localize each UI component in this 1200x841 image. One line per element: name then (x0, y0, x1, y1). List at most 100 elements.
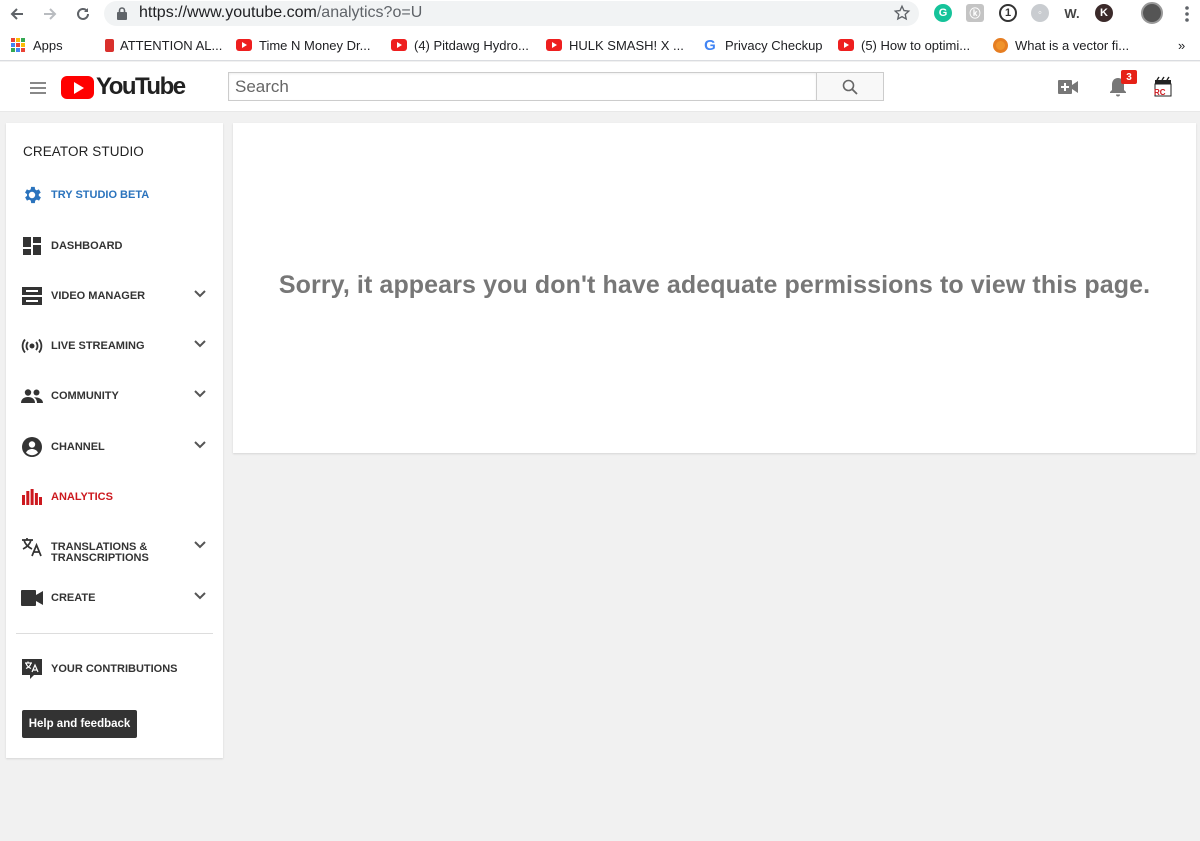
youtube-header: YouTube RC (0, 62, 1200, 112)
label-line-2: TRANSCRIPTIONS (51, 552, 149, 564)
bookmark-star-icon[interactable] (893, 4, 911, 22)
creator-studio-sidebar: CREATOR STUDIO TRY STUDIO BETA DASHBOARD… (6, 123, 223, 758)
bookmarks-overflow-button[interactable]: » (1178, 36, 1185, 54)
bookmark-hulk-smash[interactable]: HULK SMASH! X ... (546, 36, 684, 54)
sidebar-item-live-streaming[interactable]: LIVE STREAMING (6, 326, 223, 366)
apps-grid-icon (10, 37, 26, 53)
live-streaming-icon (21, 335, 43, 357)
youtube-icon (391, 37, 407, 53)
chevron-down-icon[interactable] (194, 340, 206, 348)
camera-icon (21, 587, 43, 609)
contributions-icon (21, 658, 43, 680)
back-button[interactable] (6, 3, 28, 25)
url-host: https://www.youtube.com (139, 4, 317, 21)
overflow-chevron-icon: » (1178, 37, 1186, 53)
sidebar-item-label: TRANSLATIONS & TRANSCRIPTIONS (51, 542, 149, 564)
browser-menu-button[interactable] (1176, 3, 1198, 25)
hamburger-menu-icon[interactable] (30, 82, 46, 94)
url-path: /analytics?o=U (316, 4, 423, 21)
search-input[interactable] (229, 73, 816, 100)
chevron-down-icon[interactable] (194, 390, 206, 398)
youtube-icon (546, 37, 562, 53)
bookmark-label: Apps (33, 37, 63, 53)
sidebar-item-label: YOUR CONTRIBUTIONS (51, 662, 178, 675)
bookmark-time-n-money[interactable]: Time N Money Dr... (236, 36, 370, 54)
k-extension-icon[interactable]: K (1095, 4, 1113, 22)
bookmark-label: (5) How to optimi... (861, 37, 971, 53)
sidebar-item-dashboard[interactable]: DASHBOARD (6, 226, 223, 266)
forward-arrow-icon (44, 8, 57, 20)
search-button[interactable] (816, 72, 884, 101)
bookmark-vector-file[interactable]: What is a vector fi... (992, 36, 1129, 54)
sidebar-item-community[interactable]: COMMUNITY (6, 376, 223, 416)
address-bar[interactable]: https://www.youtube.com/analytics?o=U (104, 1, 919, 26)
sidebar-item-label: TRY STUDIO BETA (51, 188, 150, 201)
1password-extension-icon[interactable]: 1 (999, 4, 1017, 22)
sidebar-item-label: COMMUNITY (51, 389, 119, 402)
youtube-play-icon (61, 75, 94, 99)
discord-extension-icon[interactable]: ◦ (1031, 4, 1049, 22)
bookmark-apps[interactable]: Apps (10, 36, 63, 54)
lock-icon (117, 7, 127, 20)
sidebar-item-translations[interactable]: TRANSLATIONS & TRANSCRIPTIONS (6, 527, 223, 567)
chevron-down-icon[interactable] (194, 441, 206, 449)
sidebar-title: CREATOR STUDIO (23, 144, 144, 159)
reload-button[interactable] (72, 3, 94, 25)
search-icon (842, 79, 858, 95)
notepad-icon (104, 37, 114, 53)
bookmark-label: ATTENTION AL... (120, 37, 223, 53)
reload-icon (77, 7, 89, 20)
avatar-initials: RC (1154, 88, 1166, 97)
bookmark-attention[interactable]: ATTENTION AL... (104, 36, 222, 54)
extension-icon[interactable]: ⓚ (966, 4, 984, 22)
sidebar-item-create[interactable]: CREATE (6, 578, 223, 618)
gear-icon (21, 184, 43, 206)
sidebar-divider (16, 633, 213, 634)
back-arrow-icon (10, 8, 23, 20)
sidebar-item-label: DASHBOARD (51, 239, 123, 252)
bookmark-privacy-checkup[interactable]: G Privacy Checkup (702, 36, 822, 54)
google-icon: G (704, 36, 716, 54)
community-icon (21, 385, 43, 407)
bookmark-pitdawg[interactable]: (4) Pitdawg Hydro... (391, 36, 529, 54)
sidebar-item-label: LIVE STREAMING (51, 339, 145, 352)
search-box (228, 72, 817, 101)
logo-text: YouTube (96, 73, 186, 100)
chevron-down-icon[interactable] (194, 541, 206, 549)
bookmark-label: HULK SMASH! X ... (569, 37, 684, 53)
upload-video-icon[interactable] (1057, 77, 1079, 97)
vector-site-icon (992, 37, 1008, 53)
chevron-down-icon[interactable] (194, 290, 206, 298)
translate-icon (21, 536, 43, 558)
profile-avatar-icon[interactable] (1141, 2, 1163, 24)
dashboard-icon (21, 235, 43, 257)
bookmarks-bar: Apps ATTENTION AL... Time N Money Dr... … (0, 28, 1200, 61)
url-text: https://www.youtube.com/analytics?o=U (139, 4, 422, 22)
sidebar-item-label: CHANNEL (51, 440, 105, 453)
video-manager-icon (21, 285, 43, 307)
bookmark-label: What is a vector fi... (1015, 37, 1130, 53)
grammarly-extension-icon[interactable]: G (934, 4, 952, 22)
sidebar-item-label: CREATE (51, 591, 96, 604)
sidebar-item-your-contributions[interactable]: YOUR CONTRIBUTIONS (6, 649, 223, 689)
bookmark-label: (4) Pitdawg Hydro... (414, 37, 529, 53)
analytics-icon (21, 486, 43, 508)
channel-icon (21, 436, 43, 458)
wappalyzer-extension-icon[interactable]: W. (1063, 4, 1081, 22)
chevron-down-icon[interactable] (194, 592, 206, 600)
main-content-panel: Sorry, it appears you don't have adequat… (233, 123, 1196, 453)
forward-button[interactable] (39, 3, 61, 25)
bookmark-how-to-optimize[interactable]: (5) How to optimi... (838, 36, 970, 54)
browser-toolbar: https://www.youtube.com/analytics?o=U G … (0, 0, 1200, 28)
sidebar-item-label: ANALYTICS (51, 490, 113, 503)
help-and-feedback-button[interactable]: Help and feedback (22, 710, 137, 738)
sidebar-item-video-manager[interactable]: VIDEO MANAGER (6, 276, 223, 316)
sidebar-item-analytics[interactable]: ANALYTICS (6, 477, 223, 517)
sidebar-item-channel[interactable]: CHANNEL (6, 427, 223, 467)
bookmark-label: Time N Money Dr... (259, 37, 371, 53)
kebab-menu-icon (1185, 6, 1189, 22)
notification-count-badge: 3 (1121, 70, 1137, 84)
avatar[interactable]: RC (1150, 74, 1176, 100)
sidebar-item-try-studio-beta[interactable]: TRY STUDIO BETA (6, 175, 223, 215)
youtube-logo[interactable]: YouTube (61, 73, 186, 100)
